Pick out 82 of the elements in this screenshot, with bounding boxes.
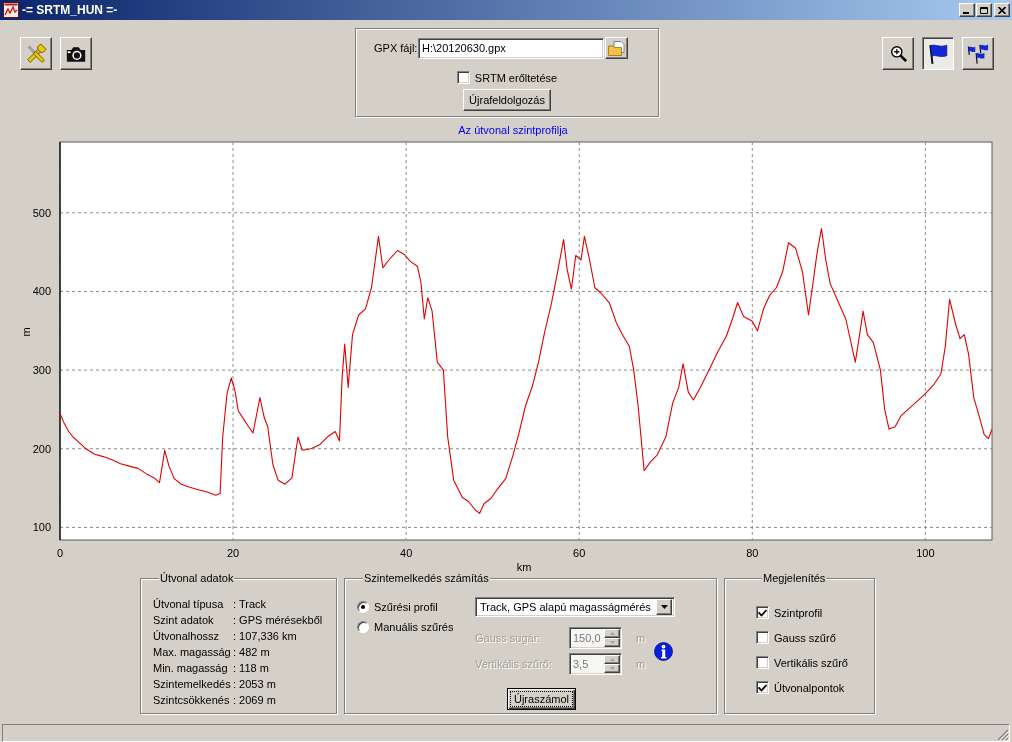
field-label: Útvonalhossz [153, 629, 221, 644]
checkbox[interactable] [756, 606, 769, 619]
checkbox-label[interactable]: Gauss szűrő [774, 631, 836, 644]
gpx-file-label: GPX fájl: [374, 42, 418, 54]
field-value: : GPS mérésekből [233, 613, 324, 628]
x-axis-tick-label: 0 [56, 547, 64, 559]
y-axis-tick-label: 300 [32, 364, 51, 377]
field-label: Szint adatok [153, 613, 215, 628]
field-value: : 2053 m [233, 677, 277, 692]
profile-dropdown[interactable]: Track, GPS alapú magasságmérés [475, 597, 675, 617]
checkmark-icon [758, 608, 767, 617]
reprocess-button[interactable]: Újrafeldolgozás [463, 89, 551, 111]
field-label: Szintcsökkenés [153, 693, 231, 708]
x-axis-tick-label: 100 [916, 547, 935, 559]
x-axis-title: km [516, 561, 532, 572]
down-caret-icon [609, 667, 615, 670]
y-axis-tick-label: 200 [32, 442, 51, 455]
x-axis-tick-label: 20 [226, 547, 240, 559]
group-title: Megjelenítés [762, 572, 827, 585]
field-value: : 482 m [233, 645, 271, 660]
checkmark-icon [758, 683, 767, 692]
y-axis-tick-label: 500 [32, 206, 51, 219]
radio-button[interactable] [357, 601, 369, 613]
up-caret-icon [609, 632, 615, 635]
close-icon [998, 6, 1006, 14]
checkbox-label[interactable]: Vertikális szűrő [774, 656, 848, 669]
x-axis-tick-label: 40 [400, 547, 413, 559]
info-icon [654, 641, 673, 661]
radio-label[interactable]: Szűrési profil [374, 601, 438, 613]
down-caret-icon [609, 641, 615, 644]
close-button[interactable] [994, 3, 1010, 17]
spin-down-button[interactable] [604, 664, 620, 673]
x-axis-tick-label: 60 [573, 547, 586, 559]
spin-up-button[interactable] [604, 629, 620, 638]
field-label: Max. magasság [153, 645, 232, 660]
field-value: : 107,336 km [233, 629, 298, 644]
up-caret-icon [609, 658, 615, 661]
field-value: : Track [233, 597, 267, 612]
y-axis-tick-label: 100 [32, 521, 51, 534]
checkbox-label[interactable]: SRTM erőltetése [474, 71, 558, 84]
spin-down-button[interactable] [604, 638, 620, 647]
field-value: : 2069 m [233, 693, 277, 708]
chart-title: Az útvonal szintprofilja [458, 123, 568, 138]
checkbox-label[interactable]: Útvonalpontok [774, 681, 845, 694]
field-label: Min. magasság [153, 661, 229, 676]
x-axis-tick-label: 80 [746, 547, 759, 559]
minimize-button[interactable] [959, 3, 975, 17]
checkbox[interactable] [756, 656, 769, 669]
field-label: Szintemelkedés [153, 677, 232, 692]
y-axis-tick-label: 400 [32, 285, 51, 298]
tools-button[interactable] [20, 37, 52, 70]
gpx-file-field[interactable]: H:\20120630.gpx [418, 37, 604, 59]
zoom-in-button[interactable] [882, 37, 914, 70]
radio-label[interactable]: Manuális szűrés [374, 620, 454, 633]
spin-up-button[interactable] [604, 655, 620, 664]
y-axis-title: m [20, 327, 32, 337]
radio-dot-icon [361, 605, 365, 609]
flag-button[interactable] [922, 37, 954, 70]
group-title: Útvonal adatok [159, 572, 235, 585]
checkbox[interactable] [456, 71, 470, 84]
caret-down-icon [660, 605, 668, 609]
window-title: -= SRTM_HUN =- [22, 3, 119, 17]
folder-icon [608, 40, 625, 56]
recalculate-button[interactable]: Újraszámol [507, 688, 576, 710]
flag-icon [927, 42, 949, 65]
camera-button[interactable] [60, 37, 92, 70]
maximize-icon [980, 6, 988, 14]
dropdown-button[interactable] [656, 599, 672, 615]
resize-grip-icon[interactable] [997, 729, 1009, 741]
field-label: Útvonal típusa [153, 597, 225, 612]
checkbox-label[interactable]: Szintprofil [774, 606, 823, 619]
maximize-button[interactable] [976, 3, 992, 17]
checkbox[interactable] [756, 631, 769, 644]
browse-button[interactable] [605, 37, 628, 59]
checkbox[interactable] [756, 681, 769, 694]
wrench-screwdriver-icon [25, 42, 47, 65]
flags-button[interactable] [962, 37, 994, 70]
field-value: : 118 m [233, 661, 270, 676]
app-icon [3, 2, 19, 18]
zoom-in-icon [889, 45, 907, 62]
group-title: Szintemelkedés számítás [363, 572, 490, 585]
three-flags-icon [967, 42, 989, 65]
